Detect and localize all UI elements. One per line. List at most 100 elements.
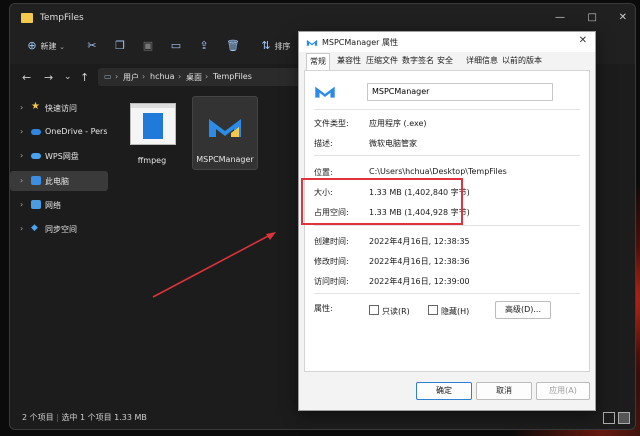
dialog-tabs: 常规 兼容性 压缩文件 数字签名 安全 详细信息 以前的版本	[304, 53, 590, 70]
breadcrumb-item[interactable]: TempFiles	[213, 72, 252, 81]
breadcrumb-separator: ›	[142, 72, 146, 81]
checkbox-box	[369, 305, 379, 315]
explorer-title-bar: TempFiles	[10, 4, 635, 32]
divider	[314, 225, 580, 226]
description-value: 微软电脑管家	[369, 139, 417, 148]
tab-general[interactable]: 常规	[306, 53, 330, 70]
sidebar-item-quick-access[interactable]: › ★ 快速访问	[10, 98, 108, 118]
accessed-label: 访问时间:	[314, 277, 349, 286]
cut-button[interactable]: ✂	[86, 40, 98, 52]
sidebar-item-sync-space[interactable]: › ◆ 同步空间	[10, 219, 108, 239]
accessed-value: 2022年4月16日, 12:39:00	[369, 277, 470, 286]
exe-file-icon	[130, 103, 176, 145]
file-item-ffmpeg[interactable]: ffmpeg	[120, 98, 184, 170]
dialog-title-bar: MSPCManager 属性 ✕	[299, 32, 595, 52]
cloud-icon	[31, 153, 41, 159]
sidebar-item-label: 同步空间	[45, 225, 77, 234]
minimize-icon[interactable]: —	[555, 12, 565, 23]
tab-details[interactable]: 详细信息	[466, 55, 498, 66]
share-icon: ⇪	[199, 39, 209, 52]
highlight-box	[301, 178, 463, 225]
tab-digital-signatures[interactable]: 数字签名	[402, 55, 434, 66]
mspcmanager-logo-icon	[315, 86, 335, 98]
paste-icon: ▣	[142, 39, 154, 52]
sidebar-item-network[interactable]: › 网络	[10, 195, 108, 215]
close-icon[interactable]: ✕	[579, 35, 587, 46]
paste-button[interactable]: ▣	[142, 40, 154, 52]
sort-icon: ⇅	[261, 39, 271, 52]
new-button-label: 新建	[40, 42, 57, 51]
navigation-pane: › ★ 快速访问 › OneDrive - Personal › WPS网盘 ›…	[10, 94, 110, 409]
sync-icon: ◆	[31, 223, 38, 233]
mspcmanager-logo-icon	[306, 39, 318, 46]
sidebar-item-label: OneDrive - Personal	[45, 127, 107, 136]
plus-circle-icon: ⊕	[27, 39, 37, 52]
tiles-view-icon[interactable]	[618, 412, 630, 424]
maximize-icon[interactable]: □	[588, 12, 597, 23]
modified-label: 修改时间:	[314, 257, 349, 266]
sidebar-item-this-pc[interactable]: › 此电脑	[10, 171, 108, 191]
close-icon[interactable]: ✕	[619, 12, 627, 23]
file-name: MSPCManager	[196, 155, 254, 164]
hidden-checkbox[interactable]: 隐藏(H)	[428, 305, 469, 317]
chevron-down-icon: ⌄	[59, 43, 65, 51]
up-arrow-icon[interactable]: ↑	[80, 71, 89, 84]
copy-icon: ❐	[115, 39, 125, 52]
breadcrumb-separator: ›	[178, 72, 182, 81]
scissors-icon: ✂	[87, 39, 97, 52]
ok-button[interactable]: 确定	[416, 382, 472, 400]
breadcrumb[interactable]: ▭ › 用户 › hchua › 桌面 › TempFiles	[98, 68, 308, 86]
window-title: TempFiles	[40, 13, 84, 23]
divider	[314, 155, 580, 156]
location-value: C:\Users\hchua\Desktop\TempFiles	[369, 167, 507, 176]
star-icon: ★	[31, 101, 40, 112]
file-name-input[interactable]	[368, 84, 552, 99]
file-type-label: 文件类型:	[314, 119, 349, 128]
delete-button[interactable]: 🗑	[226, 40, 240, 52]
breadcrumb-separator: ›	[205, 72, 209, 81]
breadcrumb-item[interactable]: hchua	[150, 72, 175, 81]
cancel-button[interactable]: 取消	[476, 382, 532, 400]
chevron-right-icon: ›	[20, 127, 24, 136]
divider	[314, 109, 580, 110]
chevron-right-icon: ›	[20, 103, 24, 112]
details-view-icon[interactable]	[603, 412, 615, 424]
modified-value: 2022年4月16日, 12:38:36	[369, 257, 470, 266]
computer-icon	[31, 176, 41, 185]
tab-security[interactable]: 安全	[437, 55, 453, 66]
sidebar-item-wps[interactable]: › WPS网盘	[10, 146, 108, 166]
file-name-field[interactable]	[367, 83, 553, 101]
recent-chevron-icon[interactable]: ⌄	[64, 72, 72, 82]
network-icon	[31, 200, 41, 209]
file-item-mspcmanager[interactable]: MSPCManager	[192, 96, 258, 170]
created-label: 创建时间:	[314, 237, 349, 246]
cloud-icon	[31, 129, 41, 135]
tab-archive[interactable]: 压缩文件	[366, 55, 398, 66]
tab-previous-versions[interactable]: 以前的版本	[502, 55, 542, 66]
chevron-right-icon: ›	[20, 224, 24, 233]
rename-button[interactable]: ▭	[170, 40, 182, 52]
share-button[interactable]: ⇪	[198, 40, 210, 52]
apply-button[interactable]: 应用(A)	[536, 382, 590, 400]
readonly-label: 只读(R)	[382, 307, 410, 316]
back-arrow-icon[interactable]: ←	[22, 71, 31, 84]
forward-arrow-icon[interactable]: →	[44, 71, 53, 84]
item-count: 2 个项目	[22, 413, 54, 422]
breadcrumb-item[interactable]: 桌面	[186, 72, 202, 83]
dialog-title: MSPCManager 属性	[322, 38, 398, 47]
new-button[interactable]: ⊕ 新建 ⌄	[26, 40, 65, 52]
sidebar-item-label: 快速访问	[45, 104, 77, 113]
breadcrumb-item[interactable]: 用户	[123, 72, 139, 83]
hidden-label: 隐藏(H)	[441, 307, 470, 316]
computer-icon: ▭	[104, 72, 112, 81]
checkbox-box	[428, 305, 438, 315]
description-label: 描述:	[314, 139, 333, 148]
copy-button[interactable]: ❐	[114, 40, 126, 52]
readonly-checkbox[interactable]: 只读(R)	[369, 305, 410, 317]
sidebar-item-label: 此电脑	[45, 177, 69, 186]
advanced-button[interactable]: 高级(D)...	[495, 301, 551, 319]
sidebar-item-onedrive[interactable]: › OneDrive - Personal	[10, 122, 108, 142]
chevron-right-icon: ›	[20, 151, 24, 160]
sort-button[interactable]: ⇅ 排序	[260, 39, 290, 52]
tab-compatibility[interactable]: 兼容性	[337, 55, 361, 66]
